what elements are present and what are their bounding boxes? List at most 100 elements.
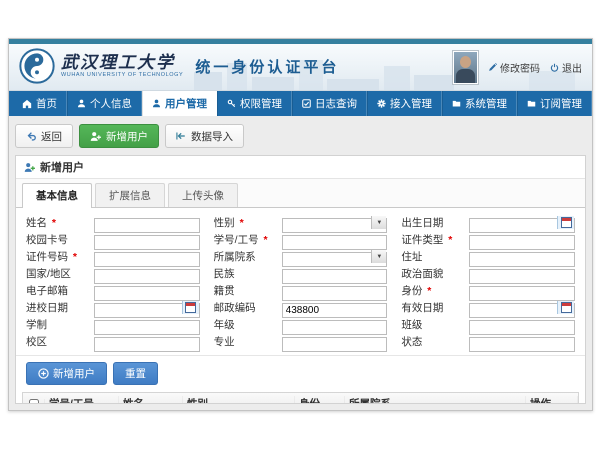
nav-tab-access-management[interactable]: 接入管理 [367, 91, 442, 116]
header: 武汉理工大学 WUHAN UNIVERSITY OF TECHNOLOGY 统一… [9, 44, 592, 91]
nav-tab-system-management[interactable]: 系统管理 [442, 91, 517, 116]
status-input[interactable] [469, 337, 575, 352]
calendar-icon[interactable] [182, 301, 199, 314]
gender-label: 性别 * [214, 215, 282, 230]
name-input[interactable] [94, 218, 200, 233]
chevron-down-icon[interactable]: ▼ [371, 216, 386, 229]
home-icon [22, 99, 32, 109]
native-place-input[interactable] [282, 286, 388, 301]
form-field-id-number: 证件号码 * [26, 249, 200, 264]
country-region-input[interactable] [94, 269, 200, 284]
nav-tab-log-query[interactable]: 日志查询 [292, 91, 367, 116]
nav-tab-subscription-management[interactable]: 订阅管理 [517, 91, 592, 116]
grade-input[interactable] [282, 320, 388, 335]
logout-link[interactable]: 退出 [550, 60, 582, 75]
email-input[interactable] [94, 286, 200, 301]
id-type-input[interactable] [469, 235, 575, 250]
app-window: 武汉理工大学 WUHAN UNIVERSITY OF TECHNOLOGY 统一… [8, 38, 593, 411]
form-field-country-region: 国家/地区 [26, 266, 200, 281]
reset-button[interactable]: 重置 [113, 362, 158, 385]
user-icon [152, 99, 161, 108]
power-icon [550, 63, 559, 72]
nav-tab-label: 用户管理 [165, 96, 207, 111]
identity-label: 身份 * [401, 283, 469, 298]
nav-tab-user-management[interactable]: 用户管理 [142, 91, 217, 116]
form-field-campus-card-no: 校园卡号 [26, 232, 200, 247]
form-field-postal-code: 邮政编码 [214, 300, 388, 315]
data-import-button[interactable]: 数据导入 [165, 124, 244, 148]
tab-upload-avatar[interactable]: 上传头像 [168, 183, 238, 207]
nav-tab-label: 首页 [36, 96, 57, 111]
ethnicity-label: 民族 [214, 266, 282, 281]
column-header-department: 所属院系 [345, 396, 526, 403]
form-field-class: 班级 [401, 317, 575, 332]
nav-bar: 首页 个人信息 用户管理 权限管理日志查询接入管理 系统管理 订阅管理 [9, 91, 592, 116]
back-button[interactable]: 返回 [15, 124, 73, 148]
form-field-status: 状态 [401, 334, 575, 349]
add-user-toolbar-button[interactable]: 新增用户 [79, 124, 159, 148]
submit-add-user-button[interactable]: 新增用户 [26, 362, 107, 385]
add-user-icon [90, 131, 101, 142]
form-field-gender: 性别 * ▼ [214, 215, 388, 230]
ethnicity-input[interactable] [282, 269, 388, 284]
address-label: 住址 [401, 249, 469, 264]
nav-tab-label: 订阅管理 [540, 96, 582, 111]
nav-tab-label: 系统管理 [465, 96, 507, 111]
university-name-cn: 武汉理工大学 [61, 54, 183, 71]
form-field-political-status: 政治面貌 [401, 266, 575, 281]
calendar-icon[interactable] [557, 301, 574, 314]
header-right: 修改密码 退出 [453, 51, 582, 84]
required-asterisk: * [448, 234, 452, 246]
chevron-down-icon[interactable]: ▼ [371, 250, 386, 263]
plus-circle-icon [38, 368, 49, 379]
select-all-checkbox[interactable] [29, 399, 39, 404]
key-icon [227, 99, 236, 108]
identity-input[interactable] [469, 286, 575, 301]
nav-tab-home[interactable]: 首页 [13, 91, 67, 116]
required-asterisk: * [73, 251, 77, 263]
department-label: 所属院系 [214, 249, 282, 264]
class-input[interactable] [469, 320, 575, 335]
import-arrow-icon [176, 131, 186, 141]
data-import-label: 数据导入 [191, 129, 233, 144]
form-field-campus: 校区 [26, 334, 200, 349]
form-grid: 姓名 *性别 *▼出生日期 校园卡号 学号/工号 *证件类型 *证件号码 *所属… [16, 208, 585, 354]
nav-tab-label: 个人信息 [90, 96, 132, 111]
form-field-ethnicity: 民族 [214, 266, 388, 281]
folder-icon [452, 99, 461, 108]
form-field-entry-date: 进校日期 [26, 300, 200, 315]
id-number-input[interactable] [94, 252, 200, 267]
nav-tab-personal-info[interactable]: 个人信息 [67, 91, 142, 116]
nav-tab-permission-management[interactable]: 权限管理 [217, 91, 292, 116]
campus-input[interactable] [94, 337, 200, 352]
calendar-icon[interactable] [557, 216, 574, 229]
add-user-section-icon [24, 162, 35, 173]
student-id-input[interactable] [282, 235, 388, 250]
form-field-student-id: 学号/工号 * [214, 232, 388, 247]
nav-tab-label: 权限管理 [240, 96, 282, 111]
column-header-gender: 性别 [183, 396, 295, 403]
change-password-link[interactable]: 修改密码 [488, 60, 540, 75]
tab-extended-info[interactable]: 扩展信息 [95, 183, 165, 207]
form-field-identity: 身份 * [401, 283, 575, 298]
form-field-birth-date: 出生日期 [401, 215, 575, 230]
address-input[interactable] [469, 252, 575, 267]
major-input[interactable] [282, 337, 388, 352]
tab-basic-info[interactable]: 基本信息 [22, 183, 92, 208]
country-region-label: 国家/地区 [26, 266, 94, 281]
reset-button-label: 重置 [125, 366, 146, 381]
column-header-name: 姓名 [119, 396, 183, 403]
birth-date-label: 出生日期 [401, 215, 469, 230]
political-status-input[interactable] [469, 269, 575, 284]
form-field-grade: 年级 [214, 317, 388, 332]
add-user-panel: 新增用户 基本信息扩展信息上传头像 姓名 * 性别 * ▼ 出生日期 校园卡号 学号/… [15, 155, 586, 404]
form-field-id-type: 证件类型 * [401, 232, 575, 247]
folder-icon [527, 99, 536, 108]
postal-code-input[interactable] [282, 303, 388, 318]
schooling-length-input[interactable] [94, 320, 200, 335]
toolbar: 返回 新增用户 数据导入 [15, 124, 586, 148]
id-number-label: 证件号码 * [26, 249, 94, 264]
entry-date-label: 进校日期 [26, 300, 94, 315]
campus-card-no-input[interactable] [94, 235, 200, 250]
select-all-cell [23, 399, 45, 404]
